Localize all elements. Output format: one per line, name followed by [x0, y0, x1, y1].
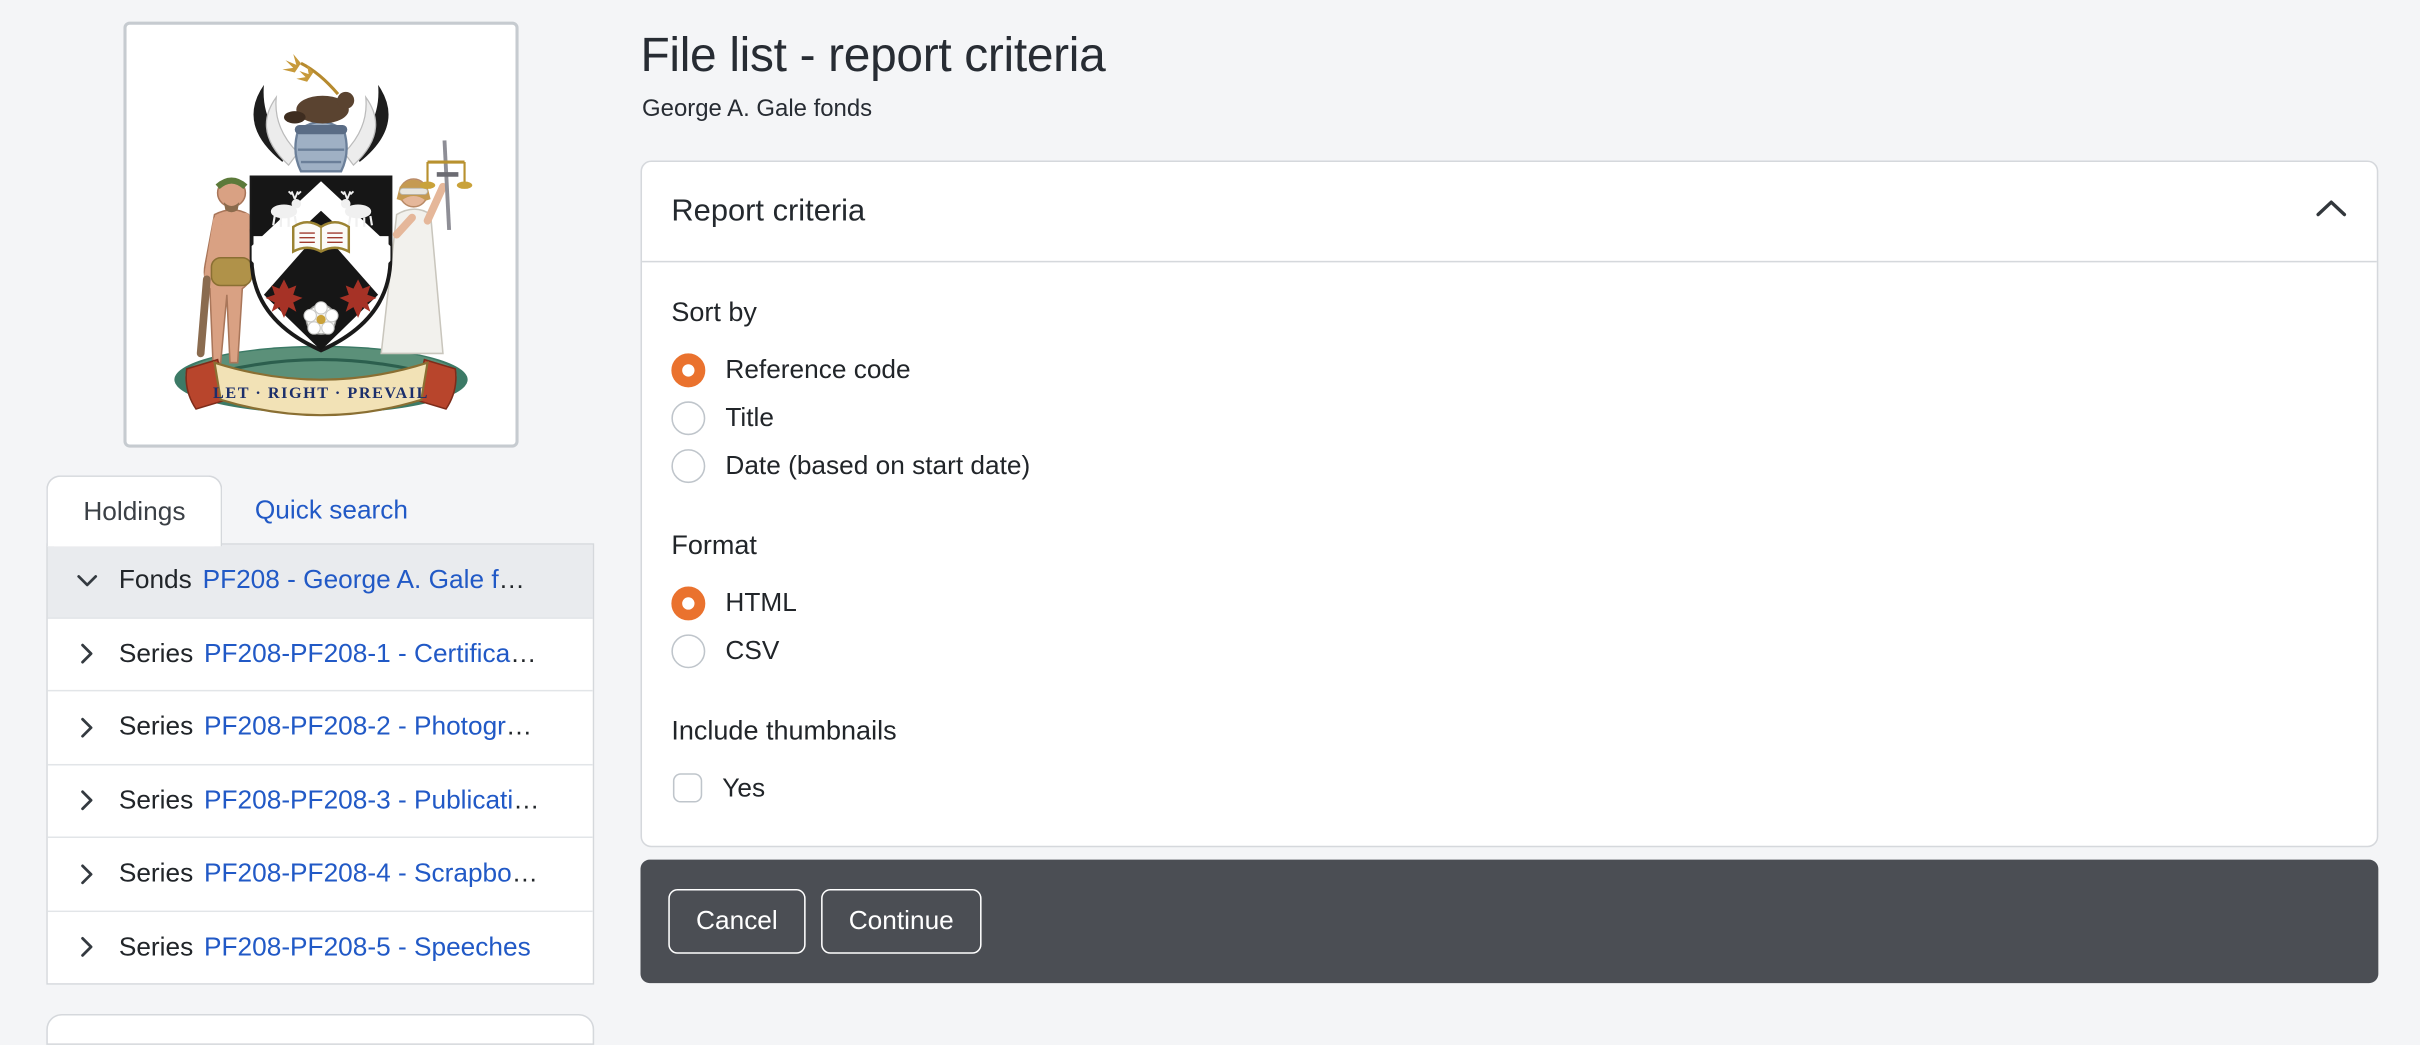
sort-by-options: Reference code Title Date (based on star… — [671, 346, 2347, 490]
tree-item-ellipsis: … — [510, 639, 536, 670]
format-options: HTML CSV — [671, 579, 2347, 675]
tab-quick-search[interactable]: Quick search — [222, 475, 440, 544]
action-bar: Cancel Continue — [640, 860, 2378, 983]
tree-item-link[interactable]: PF208-PF208-2 - Photogr — [204, 712, 506, 743]
page: LET · RIGHT · PREVAIL Holdings Quick sea… — [0, 0, 2420, 1020]
radio-label: CSV — [725, 635, 779, 666]
chevron-down-icon[interactable] — [74, 568, 99, 593]
chevron-up-icon[interactable] — [2315, 198, 2347, 226]
holdings-tree: Fonds PF208 - George A. Gale f … Series … — [46, 543, 594, 984]
checkbox-option-yes[interactable]: Yes — [671, 764, 2347, 812]
tab-holdings-label: Holdings — [83, 496, 185, 527]
tree-item-series-4[interactable]: Series PF208-PF208-4 - Scrapbo … — [48, 838, 593, 911]
cancel-button[interactable]: Cancel — [668, 889, 805, 954]
radio-option-reference-code[interactable]: Reference code — [671, 346, 2347, 394]
tree-item-ellipsis: … — [513, 785, 539, 816]
motto-text: LET · RIGHT · PREVAIL — [213, 384, 429, 402]
radio-html[interactable] — [671, 586, 705, 620]
tree-item-fonds[interactable]: Fonds PF208 - George A. Gale f … — [48, 545, 593, 618]
tree-item-level: Series — [119, 639, 193, 670]
tree-item-level: Series — [119, 785, 193, 816]
chevron-right-icon[interactable] — [74, 788, 99, 813]
page-title: File list - report criteria — [640, 25, 1105, 87]
thumbnails-label: Include thumbnails — [671, 711, 2347, 748]
radio-reference-code[interactable] — [671, 353, 705, 387]
chevron-right-icon[interactable] — [74, 642, 99, 667]
chevron-right-icon[interactable] — [74, 715, 99, 740]
tree-item-link[interactable]: PF208-PF208-5 - Speeches — [204, 932, 531, 963]
radio-option-date[interactable]: Date (based on start date) — [671, 441, 2347, 489]
tree-item-level: Series — [119, 858, 193, 889]
panel-header[interactable]: Report criteria — [642, 162, 2377, 262]
tree-item-series-3[interactable]: Series PF208-PF208-3 - Publicati … — [48, 765, 593, 838]
tree-item-link[interactable]: PF208-PF208-4 - Scrapbo — [204, 858, 512, 889]
radio-option-title[interactable]: Title — [671, 394, 2347, 442]
tab-holdings[interactable]: Holdings — [46, 475, 222, 546]
checkbox-label: Yes — [722, 772, 765, 803]
report-criteria-panel: Report criteria Sort by Reference code T… — [640, 161, 2378, 848]
radio-csv[interactable] — [671, 634, 705, 668]
chevron-right-icon[interactable] — [74, 935, 99, 960]
tree-item-series-1[interactable]: Series PF208-PF208-1 - Certifica … — [48, 618, 593, 691]
tree-item-series-2[interactable]: Series PF208-PF208-2 - Photogr … — [48, 691, 593, 764]
format-label: Format — [671, 526, 2347, 563]
tree-item-ellipsis: … — [499, 565, 525, 596]
chevron-right-icon[interactable] — [74, 862, 99, 887]
tab-quick-search-label: Quick search — [255, 495, 408, 526]
continue-button[interactable]: Continue — [821, 889, 982, 954]
thumbnails-checkbox[interactable] — [673, 773, 702, 802]
site-logo[interactable]: LET · RIGHT · PREVAIL — [123, 22, 518, 448]
sidebar-next-panel — [46, 1014, 594, 1045]
tree-item-link[interactable]: PF208 - George A. Gale f — [203, 565, 499, 596]
radio-label: Title — [725, 402, 774, 433]
tree-item-level: Series — [119, 712, 193, 743]
tree-item-level: Fonds — [119, 565, 192, 596]
coat-of-arms-image: LET · RIGHT · PREVAIL — [134, 32, 507, 436]
tree-item-link[interactable]: PF208-PF208-1 - Certifica — [204, 639, 510, 670]
sort-by-label: Sort by — [671, 293, 2347, 330]
tree-item-link[interactable]: PF208-PF208-3 - Publicati — [204, 785, 513, 816]
tree-item-series-5[interactable]: Series PF208-PF208-5 - Speeches — [48, 911, 593, 983]
tree-item-ellipsis: … — [506, 712, 532, 743]
tree-item-ellipsis: … — [512, 858, 538, 889]
sidebar-tabs: Holdings Quick search — [46, 475, 440, 544]
radio-label: Reference code — [725, 354, 910, 385]
radio-option-csv[interactable]: CSV — [671, 627, 2347, 675]
panel-body: Sort by Reference code Title Date (based… — [642, 262, 2377, 845]
tree-item-level: Series — [119, 932, 193, 963]
radio-option-html[interactable]: HTML — [671, 579, 2347, 627]
radio-label: Date (based on start date) — [725, 450, 1030, 481]
panel-title: Report criteria — [671, 194, 865, 229]
book — [293, 222, 349, 251]
radio-label: HTML — [725, 587, 796, 618]
radio-date[interactable] — [671, 448, 705, 482]
radio-title[interactable] — [671, 401, 705, 435]
helmet — [295, 122, 347, 171]
page-subtitle: George A. Gale fonds — [642, 96, 872, 124]
